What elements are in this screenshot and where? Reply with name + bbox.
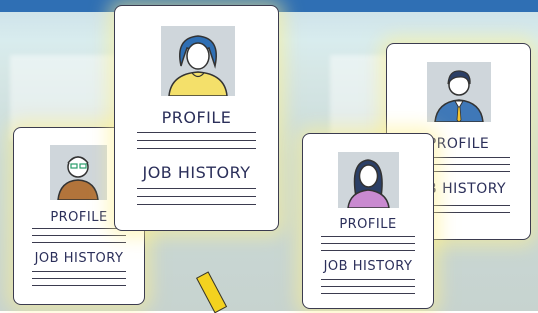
job-history-label: JOB HISTORY [323,259,413,274]
text-line [137,196,256,198]
avatar-photo [161,26,235,97]
profile-label: PROFILE [161,108,232,127]
avatar-photo [427,62,491,123]
profile-label: PROFILE [339,217,397,232]
text-line [321,279,415,281]
text-line [137,148,256,150]
text-line [137,188,256,190]
person-illustration-icon [168,35,228,97]
job-history-label: JOB HISTORY [142,163,251,182]
text-line [32,285,126,287]
person-illustration-icon [347,159,390,209]
profile-card: PROFILE JOB HISTORY [114,5,279,231]
person-illustration-icon [434,70,484,123]
text-line [32,228,126,230]
person-illustration-icon [57,156,99,201]
text-line [321,293,415,295]
text-line [32,271,126,273]
text-line [32,278,126,280]
text-line [321,286,415,288]
job-history-label: JOB HISTORY [34,251,124,266]
text-line [32,235,126,237]
profile-card: PROFILE JOB HISTORY [302,133,434,309]
text-line [321,236,415,238]
avatar-photo [50,145,107,201]
text-line [321,250,415,252]
text-line [137,132,256,134]
text-line [137,204,256,206]
avatar-photo [338,152,399,209]
text-line [32,242,126,244]
text-line [321,243,415,245]
text-line [137,140,256,142]
